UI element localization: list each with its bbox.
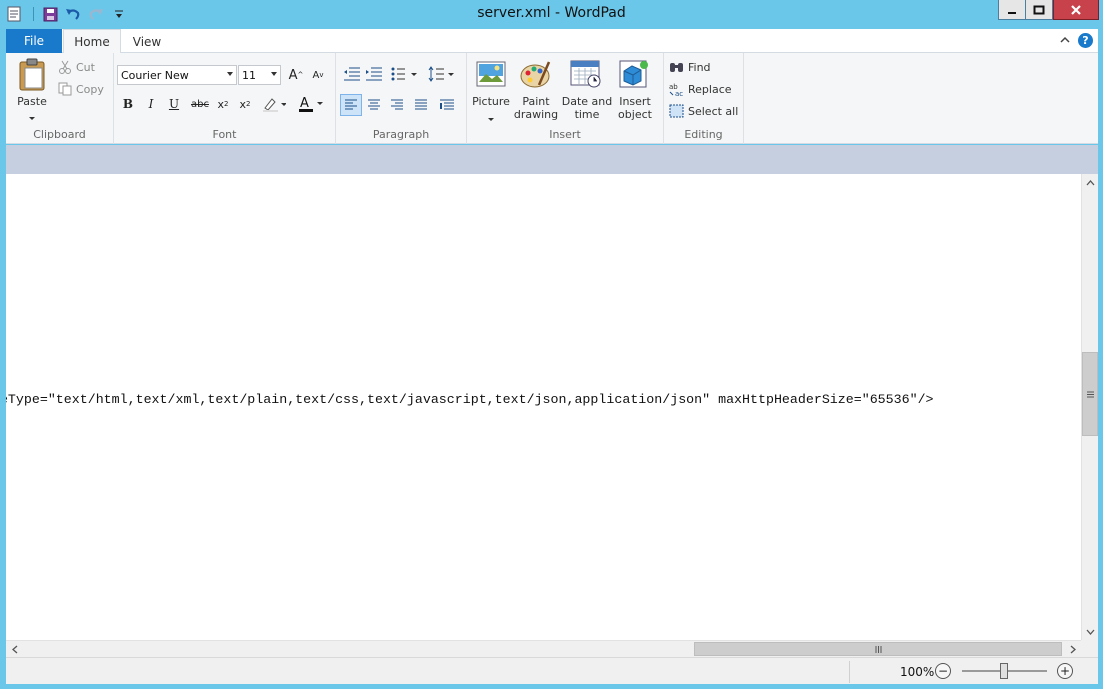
select-all-icon[interactable] xyxy=(669,104,685,121)
scroll-up-icon[interactable] xyxy=(1082,174,1098,191)
minimize-button[interactable] xyxy=(998,0,1026,20)
shrink-font-button[interactable]: Av xyxy=(308,65,328,85)
font-size-value: 11 xyxy=(242,68,256,82)
insert-object-icon[interactable] xyxy=(619,59,651,92)
align-right-button[interactable] xyxy=(387,95,407,118)
document-area[interactable]: MimeType="text/html,text/xml,text/plain,… xyxy=(6,174,1081,640)
paste-icon[interactable] xyxy=(18,58,48,95)
insert-group: Picture Paint drawing Date and time Insert… xyxy=(467,53,664,144)
zoom-slider-thumb[interactable] xyxy=(1000,663,1008,679)
paragraph-group: Paragraph xyxy=(336,53,467,144)
clipboard-group: Paste Cut Copy Clipboard xyxy=(6,53,114,144)
ruler-area xyxy=(6,145,1098,174)
scroll-down-icon[interactable] xyxy=(1082,623,1098,640)
text-color-icon[interactable]: A xyxy=(298,95,324,116)
font-family-select[interactable]: Courier New xyxy=(117,65,237,85)
zoom-in-button[interactable]: + xyxy=(1057,663,1073,679)
grow-font-button[interactable]: A ^ xyxy=(286,65,306,85)
paste-button[interactable]: Paste xyxy=(12,95,52,108)
font-group-label: Font xyxy=(212,128,237,141)
title-bar: server.xml - WordPad xyxy=(0,0,1103,28)
picture-icon[interactable] xyxy=(476,60,506,91)
window-title: server.xml - WordPad xyxy=(477,5,626,21)
line-spacing-icon[interactable] xyxy=(428,66,456,85)
editing-group: Find ab ac Replace Select all Editing xyxy=(664,53,744,144)
select-all-button[interactable]: Select all xyxy=(688,105,738,118)
tab-home[interactable]: Home xyxy=(63,29,121,54)
paste-dropdown-icon[interactable] xyxy=(29,110,35,123)
copy-icon[interactable] xyxy=(58,82,72,99)
scroll-right-icon[interactable] xyxy=(1064,641,1081,657)
scrollbar-corner xyxy=(1081,640,1098,657)
justify-button[interactable] xyxy=(411,95,431,118)
font-size-select[interactable]: 11 xyxy=(238,65,281,85)
paint-drawing-button[interactable]: Paint drawing xyxy=(513,95,559,121)
ribbon: Paste Cut Copy Clipboard Courier New 11 … xyxy=(6,53,1098,144)
document-text-line[interactable]: MimeType="text/html,text/xml,text/plain,… xyxy=(6,392,934,407)
horizontal-scroll-thumb[interactable] xyxy=(694,642,1062,656)
strikethrough-button[interactable]: abc xyxy=(188,94,212,114)
tab-file[interactable]: File xyxy=(6,29,62,53)
zoom-level: 100% xyxy=(900,665,935,679)
scroll-left-icon[interactable] xyxy=(6,641,23,657)
font-family-value: Courier New xyxy=(121,68,189,82)
picture-button[interactable]: Picture xyxy=(470,95,512,108)
find-button[interactable]: Find xyxy=(688,61,711,74)
status-bar: 100% − + xyxy=(6,657,1098,684)
close-button[interactable] xyxy=(1053,0,1099,20)
superscript-button[interactable]: x2 xyxy=(235,94,255,114)
editing-group-label: Editing xyxy=(684,128,723,141)
underline-button[interactable]: U xyxy=(164,94,184,114)
bullets-icon[interactable] xyxy=(391,67,419,84)
decrease-indent-icon[interactable] xyxy=(343,67,361,84)
subscript-button[interactable]: x2 xyxy=(213,94,233,114)
vertical-scroll-thumb[interactable] xyxy=(1082,352,1098,436)
minimize-ribbon-icon[interactable] xyxy=(1060,34,1070,47)
find-icon[interactable] xyxy=(669,61,685,76)
cut-button[interactable]: Cut xyxy=(76,61,95,74)
vertical-scrollbar[interactable] xyxy=(1081,174,1098,640)
picture-dropdown-icon[interactable] xyxy=(488,111,494,124)
tab-view[interactable]: View xyxy=(122,29,172,54)
bold-button[interactable]: B xyxy=(118,94,138,114)
ribbon-tabs: File Home View ? xyxy=(6,29,1098,54)
help-icon[interactable]: ? xyxy=(1078,33,1093,48)
replace-button[interactable]: Replace xyxy=(688,83,732,96)
clipboard-group-label: Clipboard xyxy=(33,128,86,141)
italic-button[interactable]: I xyxy=(141,94,161,114)
date-time-button[interactable]: Date and time xyxy=(561,95,613,121)
horizontal-scrollbar[interactable] xyxy=(6,640,1081,657)
copy-button[interactable]: Copy xyxy=(76,83,104,96)
cut-icon[interactable] xyxy=(58,60,72,77)
insert-group-label: Insert xyxy=(549,128,581,141)
wordpad-window: server.xml - WordPad File Home View ? Pa… xyxy=(0,0,1103,689)
align-center-button[interactable] xyxy=(364,95,384,118)
zoom-out-button[interactable]: − xyxy=(935,663,951,679)
paragraph-group-label: Paragraph xyxy=(372,128,430,141)
font-group: Courier New 11 A ^ Av B I U abc x2 x2 A F… xyxy=(114,53,336,144)
align-left-button[interactable] xyxy=(340,94,362,116)
svg-text:A: A xyxy=(300,96,309,111)
date-time-icon[interactable] xyxy=(570,59,602,92)
paragraph-settings-icon[interactable] xyxy=(437,95,457,118)
replace-icon[interactable]: ab ac xyxy=(669,82,685,99)
maximize-button[interactable] xyxy=(1026,0,1053,20)
svg-text:ac: ac xyxy=(675,90,683,96)
increase-indent-icon[interactable] xyxy=(365,67,383,84)
paint-drawing-icon[interactable] xyxy=(519,59,551,92)
insert-object-button[interactable]: Insert object xyxy=(614,95,656,121)
highlight-color-icon[interactable] xyxy=(262,96,287,115)
